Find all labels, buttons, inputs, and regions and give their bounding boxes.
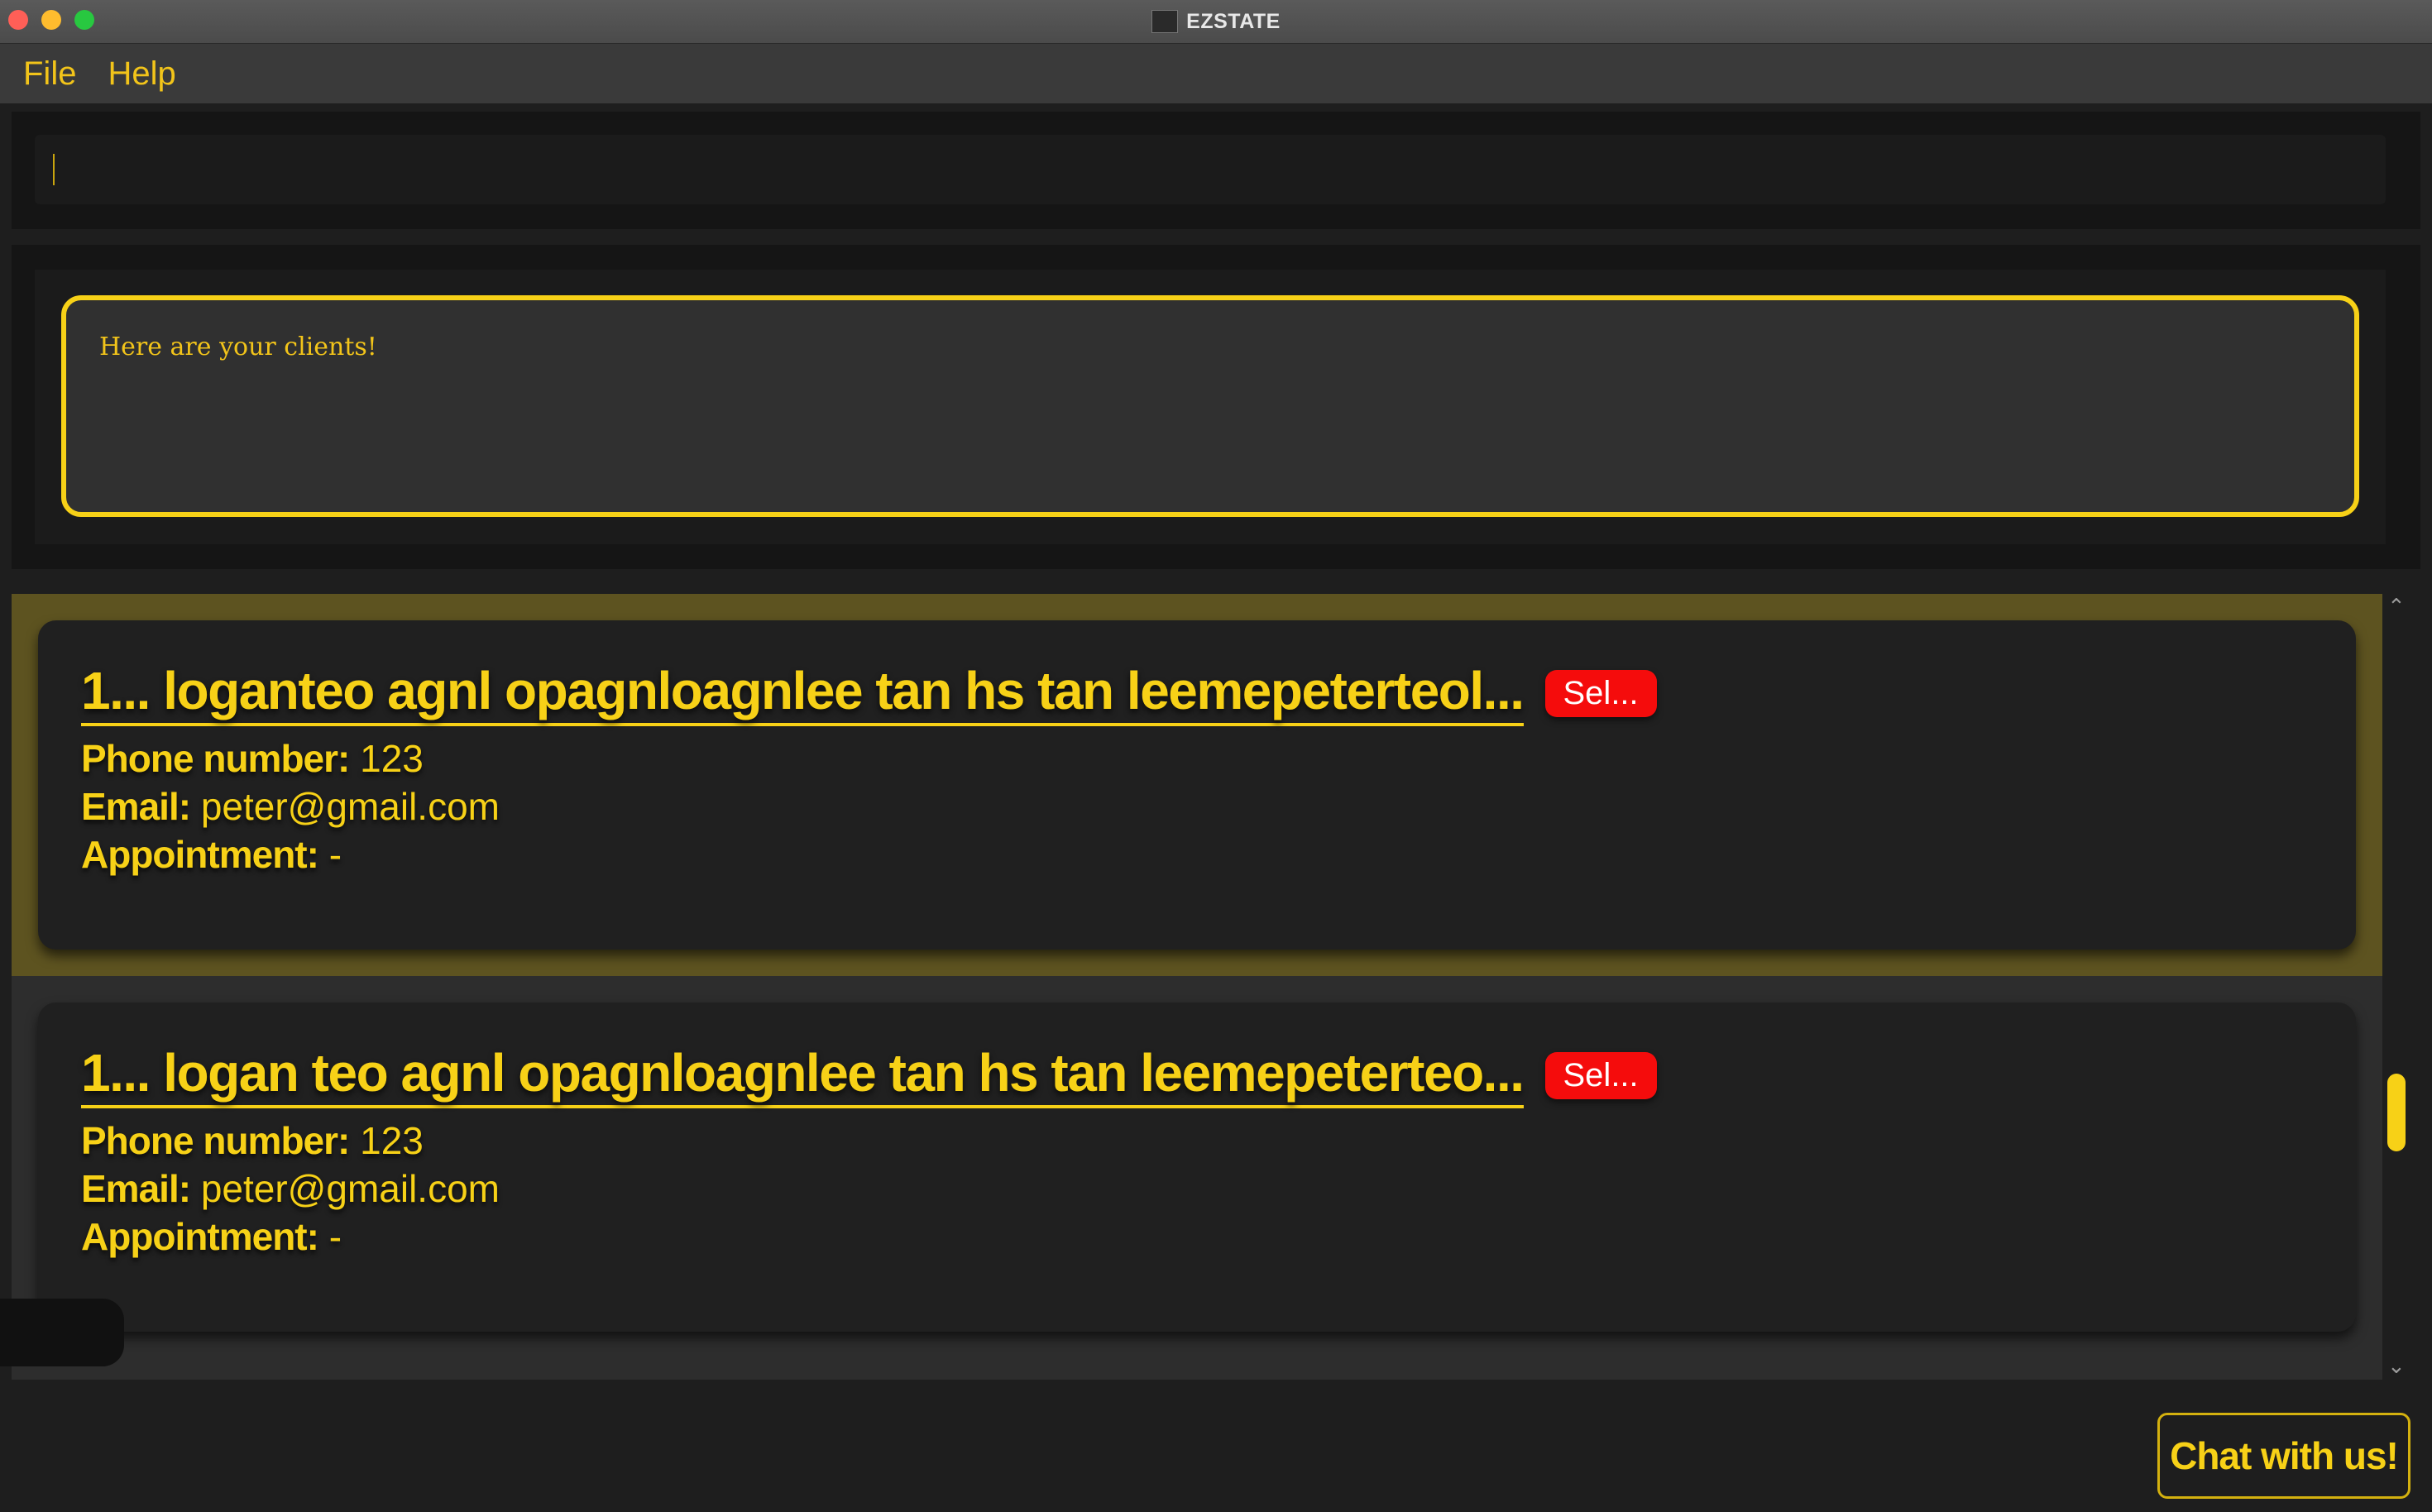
client-list[interactable]: 1... loganteo agnl opagnloagnlee tan hs …	[12, 594, 2382, 1380]
client-email: Email: peter@gmail.com	[81, 784, 500, 829]
appointment-value: -	[328, 833, 342, 876]
appointment-value: -	[328, 1215, 342, 1258]
client-phone: Phone number: 123	[81, 1118, 424, 1163]
client-name: 1... loganteo agnl opagnloagnlee tan hs …	[81, 660, 1525, 726]
menu-file[interactable]: File	[23, 55, 76, 93]
email-label: Email:	[81, 785, 191, 828]
window-title-group: EZSTATE	[0, 0, 2432, 43]
client-phone: Phone number: 123	[81, 736, 424, 781]
client-tag: Sel...	[1544, 1051, 1657, 1099]
phone-label: Phone number:	[81, 737, 350, 780]
client-card[interactable]: 1... logan teo agnl opagnloagnlee tan hs…	[38, 1002, 2356, 1332]
window-title: EZSTATE	[1186, 9, 1281, 33]
phone-value: 123	[360, 1119, 424, 1162]
client-name: 1... logan teo agnl opagnloagnlee tan hs…	[81, 1042, 1525, 1108]
client-list-item[interactable]: 1... logan teo agnl opagnloagnlee tan hs…	[12, 976, 2382, 1358]
chat-button[interactable]: Chat with us!	[2157, 1413, 2410, 1499]
client-name-row: 1... loganteo agnl opagnloagnlee tan hs …	[81, 660, 1657, 726]
menu-bar: File Help	[0, 44, 2432, 103]
menu-help[interactable]: Help	[108, 55, 175, 93]
client-name-row: 1... logan teo agnl opagnloagnlee tan hs…	[81, 1042, 1657, 1108]
appointment-label: Appointment:	[81, 833, 319, 876]
email-value: peter@gmail.com	[200, 785, 500, 828]
list-scrollbar[interactable]	[2382, 594, 2415, 1380]
phone-value: 123	[360, 737, 424, 780]
client-appointment: Appointment: -	[81, 832, 342, 877]
result-message: Here are your clients!	[99, 333, 377, 361]
client-email: Email: peter@gmail.com	[81, 1166, 500, 1211]
client-appointment: Appointment: -	[81, 1214, 342, 1259]
chevron-up-icon[interactable]: ⌃	[2387, 596, 2406, 617]
text-caret	[53, 154, 55, 185]
email-value: peter@gmail.com	[200, 1167, 500, 1210]
window-title-bar: EZSTATE	[0, 0, 2432, 44]
client-tag: Sel...	[1544, 669, 1657, 717]
client-card[interactable]: 1... loganteo agnl opagnloagnlee tan hs …	[38, 620, 2356, 950]
chevron-down-icon[interactable]: ⌄	[2387, 1355, 2406, 1376]
phone-label: Phone number:	[81, 1119, 350, 1162]
app-icon	[1151, 10, 1179, 33]
command-input[interactable]	[35, 135, 2386, 204]
appointment-label: Appointment:	[81, 1215, 319, 1258]
client-list-item[interactable]: 1... loganteo agnl opagnloagnlee tan hs …	[12, 594, 2382, 976]
overlay-tab	[0, 1299, 124, 1366]
result-display	[61, 295, 2359, 517]
email-label: Email:	[81, 1167, 191, 1210]
scrollbar-thumb[interactable]	[2387, 1074, 2406, 1151]
